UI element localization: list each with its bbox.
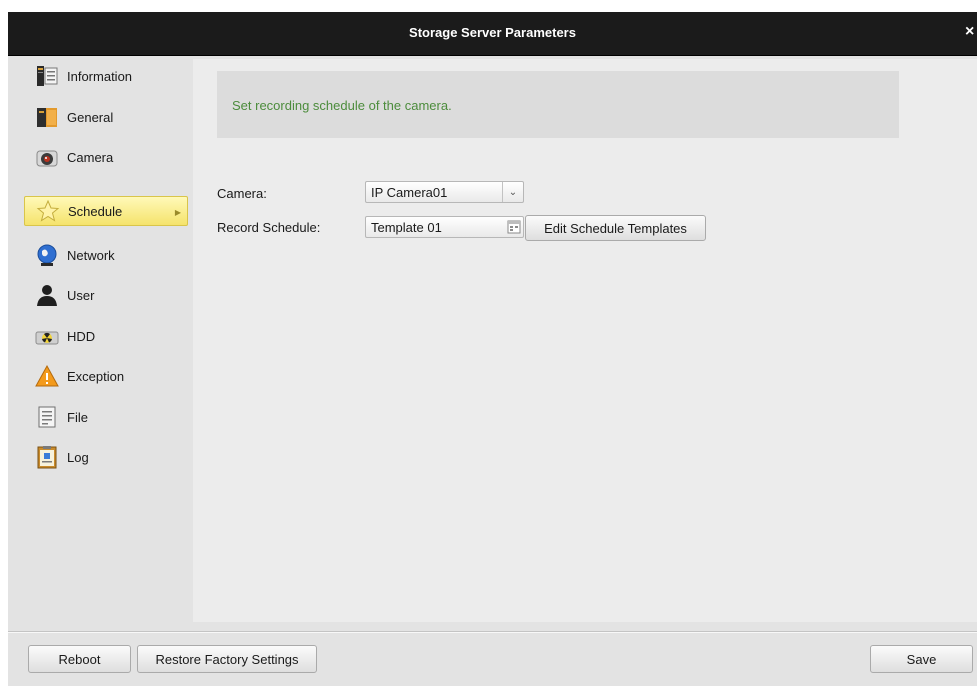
chevron-right-icon: ▶	[174, 208, 181, 217]
storage-server-parameters-dialog: Storage Server Parameters × Information	[8, 12, 977, 686]
sidebar-item-file[interactable]: File	[24, 400, 188, 434]
sidebar-item-log[interactable]: Log	[24, 440, 188, 474]
warning-icon	[35, 364, 59, 388]
info-text: Set recording schedule of the camera.	[232, 98, 452, 113]
sidebar-item-label: File	[67, 409, 88, 425]
sidebar-item-exception[interactable]: Exception	[24, 359, 188, 393]
sidebar-item-label: General	[67, 109, 114, 125]
sidebar-item-camera[interactable]: Camera	[24, 140, 188, 174]
camera-select[interactable]: IP Camera01 ⌄	[365, 181, 524, 203]
sidebar-item-label: HDD	[67, 328, 96, 344]
camera-label: Camera:	[217, 186, 267, 201]
sidebar-item-label: Exception	[67, 368, 125, 384]
template-icon[interactable]	[505, 218, 523, 236]
sidebar-item-label: Information	[67, 68, 133, 84]
info-panel: Set recording schedule of the camera.	[217, 71, 899, 138]
camera-icon	[35, 145, 59, 169]
information-icon	[35, 64, 59, 88]
restore-factory-settings-button[interactable]: Restore Factory Settings	[137, 645, 317, 673]
sidebar-item-network[interactable]: Network	[24, 238, 188, 272]
sidebar-item-label: User	[67, 287, 95, 303]
record-schedule-value: Template 01	[371, 219, 442, 235]
record-schedule-label: Record Schedule:	[217, 220, 321, 235]
sidebar-item-label: Camera	[67, 149, 114, 165]
sidebar-item-label: Network	[67, 247, 115, 263]
sidebar-item-general[interactable]: General	[24, 100, 188, 134]
sidebar-item-information[interactable]: Information	[24, 59, 188, 93]
hdd-icon	[35, 324, 59, 348]
sidebar-item-hdd[interactable]: HDD	[24, 319, 188, 353]
globe-icon	[35, 243, 59, 267]
window-title: Storage Server Parameters	[409, 25, 576, 40]
footer-divider-highlight	[8, 632, 977, 633]
user-icon	[35, 283, 59, 307]
record-schedule-select[interactable]: Template 01	[365, 216, 524, 238]
sidebar-item-label: Log	[67, 449, 89, 465]
camera-select-value: IP Camera01	[371, 184, 448, 200]
sidebar-item-label: Schedule	[68, 203, 123, 219]
general-icon	[35, 105, 59, 129]
save-button[interactable]: Save	[870, 645, 973, 673]
reboot-button[interactable]: Reboot	[28, 645, 131, 673]
edit-schedule-templates-button[interactable]: Edit Schedule Templates	[525, 215, 706, 241]
close-icon[interactable]: ×	[965, 23, 977, 41]
star-icon	[36, 199, 60, 223]
log-icon	[35, 445, 59, 469]
main-content: Set recording schedule of the camera. Ca…	[193, 59, 977, 622]
sidebar: Information General Camera Schedule ▶ Ne…	[8, 56, 193, 634]
sidebar-item-user[interactable]: User	[24, 278, 188, 312]
chevron-down-icon[interactable]: ⌄	[502, 182, 523, 202]
file-icon	[35, 405, 59, 429]
sidebar-item-schedule[interactable]: Schedule ▶	[24, 196, 188, 226]
title-bar: Storage Server Parameters ×	[8, 12, 977, 56]
